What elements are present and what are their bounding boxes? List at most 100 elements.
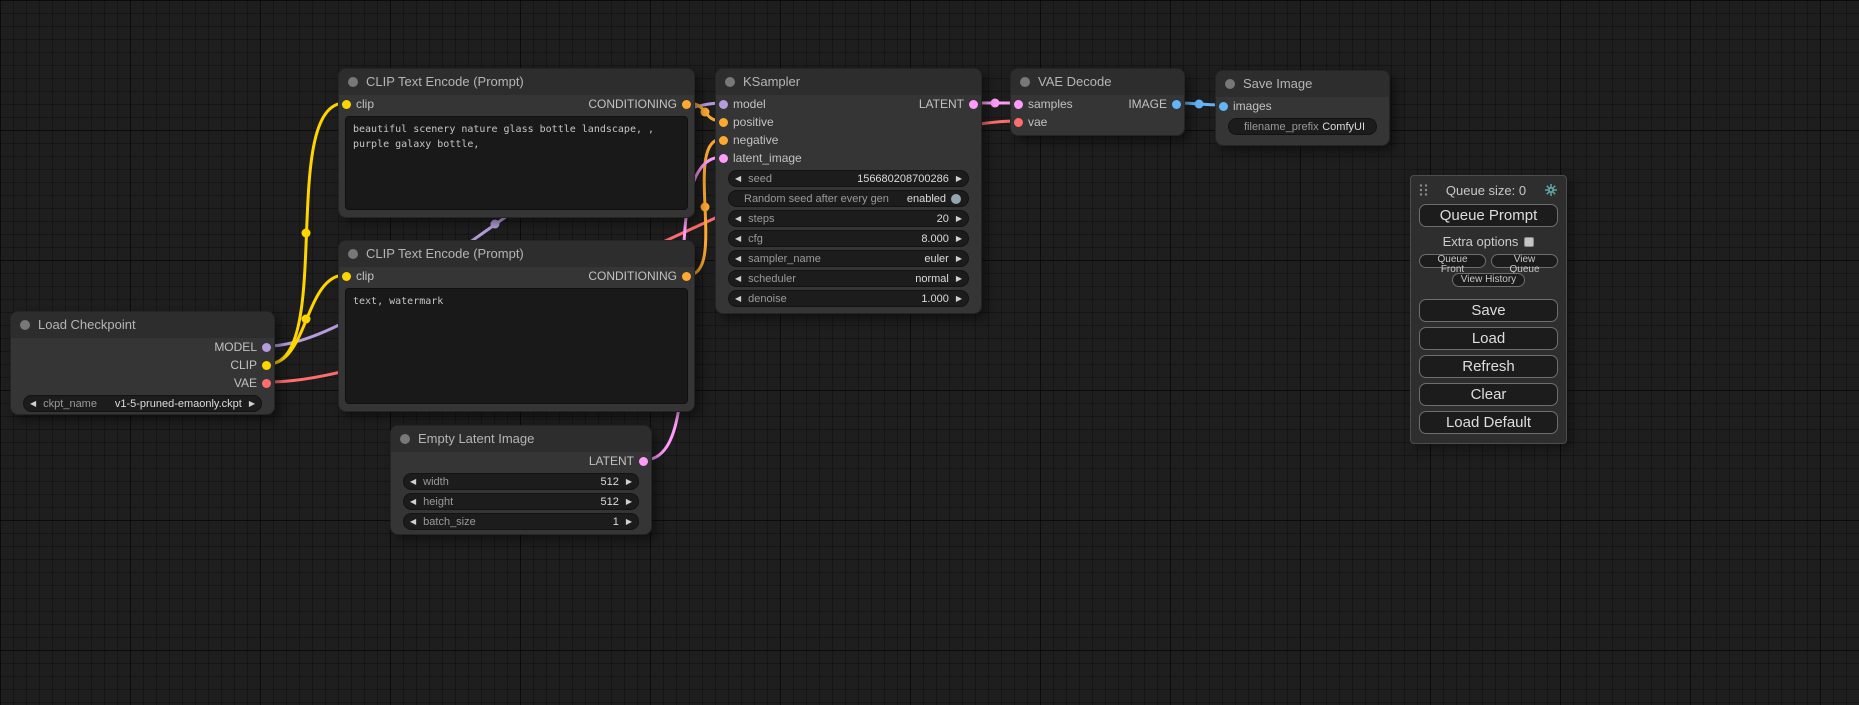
increment-arrow-icon[interactable]: ▶ bbox=[956, 290, 962, 307]
latent-output-slot[interactable] bbox=[639, 457, 648, 466]
decrement-arrow-icon[interactable]: ◀ bbox=[410, 493, 416, 510]
clip-input-slot[interactable] bbox=[342, 272, 351, 281]
negative-input-slot[interactable] bbox=[719, 136, 728, 145]
increment-arrow-icon[interactable]: ▶ bbox=[956, 210, 962, 227]
increment-arrow-icon[interactable]: ▶ bbox=[956, 270, 962, 287]
collapse-dot[interactable] bbox=[1225, 79, 1235, 89]
cfg-widget[interactable]: ◀ cfg 8.000 ▶ bbox=[728, 230, 969, 247]
decrement-arrow-icon[interactable]: ◀ bbox=[735, 230, 741, 247]
widget-value: normal bbox=[915, 273, 949, 285]
increment-arrow-icon[interactable]: ▶ bbox=[626, 473, 632, 490]
clip-output-slot[interactable] bbox=[262, 361, 271, 370]
increment-arrow-icon[interactable]: ▶ bbox=[626, 493, 632, 510]
node-vae-decode[interactable]: VAE Decode samples IMAGE vae bbox=[1010, 68, 1185, 136]
widget-label: ckpt_name bbox=[43, 398, 97, 410]
widget-value: 1 bbox=[613, 516, 619, 528]
decrement-arrow-icon[interactable]: ◀ bbox=[735, 250, 741, 267]
toggle-indicator[interactable] bbox=[951, 194, 961, 204]
scheduler-widget[interactable]: ◀ scheduler normal ▶ bbox=[728, 270, 969, 287]
increment-arrow-icon[interactable]: ▶ bbox=[956, 250, 962, 267]
clear-button[interactable]: Clear bbox=[1419, 383, 1558, 406]
save-button[interactable]: Save bbox=[1419, 299, 1558, 322]
random-seed-toggle-widget[interactable]: Random seed after every gen enabled bbox=[728, 190, 969, 207]
node-empty-latent-image[interactable]: Empty Latent Image LATENT ◀ width 512 ▶ … bbox=[390, 425, 652, 535]
node-title-bar[interactable]: Load Checkpoint bbox=[11, 312, 274, 338]
steps-widget[interactable]: ◀ steps 20 ▶ bbox=[728, 210, 969, 227]
decrement-arrow-icon[interactable]: ◀ bbox=[410, 513, 416, 530]
collapse-dot[interactable] bbox=[348, 77, 358, 87]
increment-arrow-icon[interactable]: ▶ bbox=[249, 395, 255, 412]
node-title: CLIP Text Encode (Prompt) bbox=[366, 74, 524, 89]
increment-arrow-icon[interactable]: ▶ bbox=[626, 513, 632, 530]
queue-front-button[interactable]: Queue Front bbox=[1419, 254, 1486, 268]
view-queue-button[interactable]: View Queue bbox=[1491, 254, 1558, 268]
vae-output-slot[interactable] bbox=[262, 379, 271, 388]
collapse-dot[interactable] bbox=[725, 77, 735, 87]
node-clip-text-encode-negative[interactable]: CLIP Text Encode (Prompt) clip CONDITION… bbox=[338, 240, 695, 412]
decrement-arrow-icon[interactable]: ◀ bbox=[735, 290, 741, 307]
ckpt-name-widget[interactable]: ◀ ckpt_name v1-5-pruned-emaonly.ckpt ▶ bbox=[23, 395, 262, 412]
node-title-bar[interactable]: CLIP Text Encode (Prompt) bbox=[339, 69, 694, 95]
queue-prompt-button[interactable]: Queue Prompt bbox=[1419, 204, 1558, 227]
output-slot-row: LATENT bbox=[391, 452, 651, 470]
comfy-menu-panel: Queue size: 0 Queue Prompt Extra options… bbox=[1410, 175, 1567, 444]
decrement-arrow-icon[interactable]: ◀ bbox=[410, 473, 416, 490]
load-button[interactable]: Load bbox=[1419, 327, 1558, 350]
slot-row: images bbox=[1216, 97, 1389, 115]
conditioning-output-slot[interactable] bbox=[682, 272, 691, 281]
latent-image-input-slot[interactable] bbox=[719, 154, 728, 163]
node-title-bar[interactable]: VAE Decode bbox=[1011, 69, 1184, 95]
decrement-arrow-icon[interactable]: ◀ bbox=[735, 170, 741, 187]
images-input-slot[interactable] bbox=[1219, 102, 1228, 111]
node-load-checkpoint[interactable]: Load Checkpoint MODEL CLIP VAE ◀ ckpt_na… bbox=[10, 311, 275, 415]
model-input-slot[interactable] bbox=[719, 100, 728, 109]
input-slot-label: negative bbox=[733, 131, 778, 149]
clip-input-slot[interactable] bbox=[342, 100, 351, 109]
decrement-arrow-icon[interactable]: ◀ bbox=[735, 270, 741, 287]
vae-input-slot[interactable] bbox=[1014, 118, 1023, 127]
denoise-widget[interactable]: ◀ denoise 1.000 ▶ bbox=[728, 290, 969, 307]
height-widget[interactable]: ◀ height 512 ▶ bbox=[403, 493, 639, 510]
node-title-bar[interactable]: Empty Latent Image bbox=[391, 426, 651, 452]
prompt-textarea[interactable]: text, watermark bbox=[345, 288, 688, 404]
conditioning-output-slot[interactable] bbox=[682, 100, 691, 109]
input-slot-label: model bbox=[733, 95, 766, 113]
decrement-arrow-icon[interactable]: ◀ bbox=[30, 395, 36, 412]
prompt-textarea[interactable]: beautiful scenery nature glass bottle la… bbox=[345, 116, 688, 210]
node-ksampler[interactable]: KSampler model LATENT positive negative … bbox=[715, 68, 982, 314]
collapse-dot[interactable] bbox=[20, 320, 30, 330]
widget-value: 512 bbox=[600, 496, 618, 508]
collapse-dot[interactable] bbox=[1020, 77, 1030, 87]
node-title: Empty Latent Image bbox=[418, 431, 534, 446]
node-title-bar[interactable]: KSampler bbox=[716, 69, 981, 95]
batch-size-widget[interactable]: ◀ batch_size 1 ▶ bbox=[403, 513, 639, 530]
load-default-button[interactable]: Load Default bbox=[1419, 411, 1558, 434]
positive-input-slot[interactable] bbox=[719, 118, 728, 127]
node-canvas[interactable]: { "colors": { "model": "#B39DDB", "clip"… bbox=[0, 0, 1859, 705]
width-widget[interactable]: ◀ width 512 ▶ bbox=[403, 473, 639, 490]
node-clip-text-encode-positive[interactable]: CLIP Text Encode (Prompt) clip CONDITION… bbox=[338, 68, 695, 218]
increment-arrow-icon[interactable]: ▶ bbox=[956, 230, 962, 247]
decrement-arrow-icon[interactable]: ◀ bbox=[735, 210, 741, 227]
image-output-slot[interactable] bbox=[1172, 100, 1181, 109]
collapse-dot[interactable] bbox=[400, 434, 410, 444]
node-save-image[interactable]: Save Image images filename_prefix ComfyU… bbox=[1215, 70, 1390, 146]
refresh-button[interactable]: Refresh bbox=[1419, 355, 1558, 378]
seed-widget[interactable]: ◀ seed 156680208700286 ▶ bbox=[728, 170, 969, 187]
node-title-bar[interactable]: CLIP Text Encode (Prompt) bbox=[339, 241, 694, 267]
slot-row: clip CONDITIONING bbox=[339, 95, 694, 113]
collapse-dot[interactable] bbox=[348, 249, 358, 259]
drag-handle[interactable] bbox=[1419, 183, 1428, 197]
view-history-button[interactable]: View History bbox=[1452, 273, 1525, 287]
increment-arrow-icon[interactable]: ▶ bbox=[956, 170, 962, 187]
slot-row: vae bbox=[1011, 113, 1184, 131]
model-output-slot[interactable] bbox=[262, 343, 271, 352]
sampler-name-widget[interactable]: ◀ sampler_name euler ▶ bbox=[728, 250, 969, 267]
latent-output-slot[interactable] bbox=[969, 100, 978, 109]
node-title-bar[interactable]: Save Image bbox=[1216, 71, 1389, 97]
output-slot-label: CONDITIONING bbox=[588, 95, 677, 113]
settings-gear-icon[interactable] bbox=[1544, 183, 1558, 197]
extra-options-checkbox[interactable] bbox=[1524, 237, 1534, 247]
samples-input-slot[interactable] bbox=[1014, 100, 1023, 109]
filename-prefix-widget[interactable]: filename_prefix ComfyUI bbox=[1228, 118, 1377, 135]
